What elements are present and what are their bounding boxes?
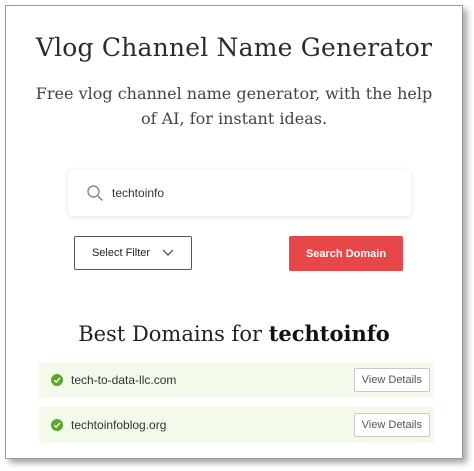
view-details-button[interactable]: View Details	[353, 413, 430, 437]
view-details-button[interactable]: View Details	[353, 368, 430, 392]
check-circle-icon	[51, 419, 63, 431]
search-domain-button[interactable]: Search Domain	[289, 236, 403, 271]
domain-name: tech-to-data-llc.com	[71, 373, 177, 387]
results-heading-prefix: Best Domains for	[78, 322, 262, 346]
search-input-value[interactable]: techtoinfo	[112, 186, 164, 200]
search-input[interactable]: techtoinfo	[68, 170, 411, 216]
generator-panel: Vlog Channel Name Generator Free vlog ch…	[5, 5, 463, 459]
list-item: techtoinfoblog.org View Details	[39, 407, 434, 443]
domain-name: techtoinfoblog.org	[71, 418, 167, 432]
page-title: Vlog Channel Name Generator	[35, 33, 433, 62]
search-icon	[87, 185, 103, 201]
chevron-down-icon	[162, 249, 174, 256]
check-circle-icon	[51, 374, 63, 386]
select-filter-label: Select Filter	[91, 247, 151, 259]
results-heading-term: techtoinfo	[268, 321, 390, 346]
page-subtitle: Free vlog channel name generator, with t…	[35, 84, 433, 128]
select-filter-dropdown[interactable]: Select Filter	[74, 236, 192, 270]
list-item: tech-to-data-llc.com View Details	[39, 362, 434, 398]
results-heading: Best Domains for techtoinfo	[6, 321, 462, 346]
